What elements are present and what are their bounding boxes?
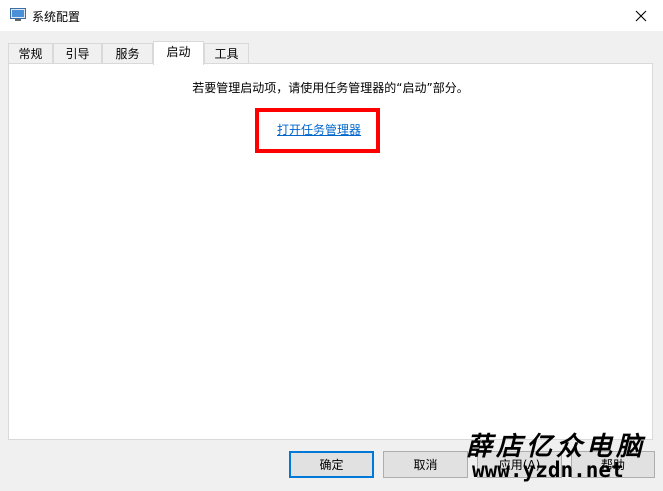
startup-panel: 若要管理启动项，请使用任务管理器的“启动”部分。 打开任务管理器 [8, 63, 653, 440]
system-config-window: 系统配置 常规 引导 服务 启动 工具 若要管理启动项，请使用任务管理器的“启动… [0, 0, 663, 491]
tab-tools[interactable]: 工具 [204, 43, 249, 64]
tab-general[interactable]: 常规 [8, 43, 53, 64]
system-config-icon [10, 8, 26, 22]
window-title: 系统配置 [32, 10, 81, 24]
close-icon [635, 10, 647, 21]
cancel-button[interactable]: 取消 [383, 451, 468, 478]
apply-button[interactable]: 应用(A) [477, 451, 562, 478]
open-task-manager-link[interactable]: 打开任务管理器 [277, 121, 361, 138]
tab-boot[interactable]: 引导 [53, 43, 102, 64]
close-button[interactable] [619, 0, 663, 31]
tab-services[interactable]: 服务 [102, 43, 153, 64]
help-button[interactable]: 帮助 [571, 451, 655, 478]
startup-info-text: 若要管理启动项，请使用任务管理器的“启动”部分。 [192, 81, 469, 95]
title-bar[interactable]: 系统配置 [0, 0, 663, 31]
ok-button[interactable]: 确定 [289, 451, 374, 478]
tab-startup[interactable]: 启动 [153, 41, 204, 65]
